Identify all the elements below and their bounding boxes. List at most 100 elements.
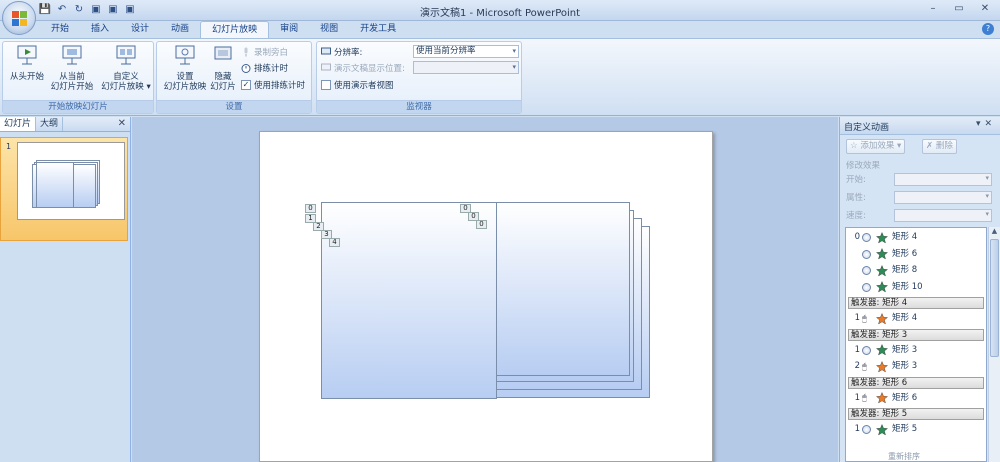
trigger-header[interactable]: 触发器: 矩形 4 (848, 297, 984, 309)
office-button[interactable] (2, 1, 36, 35)
slide-thumbnail[interactable] (17, 142, 125, 220)
slide-thumbnail-selected[interactable]: 1 (0, 137, 128, 241)
setup-label-2: 幻灯片放映 (163, 82, 207, 92)
tab-review[interactable]: 审阅 (269, 21, 309, 38)
property-dropdown[interactable]: ▾ (894, 191, 992, 204)
maximize-button[interactable]: ▭ (946, 0, 972, 18)
animation-item[interactable]: 矩形 10 (846, 280, 986, 295)
close-icon[interactable]: ✕ (118, 117, 126, 131)
show-on-label-row: 演示文稿显示位置: (321, 61, 405, 75)
start-dropdown[interactable]: ▾ (894, 173, 992, 186)
scrollbar-thumb[interactable] (990, 239, 999, 357)
help-icon[interactable]: ? (982, 23, 994, 35)
group-setup-label: 设置 (157, 100, 311, 113)
group-start-slide-show: 从头开始 从当前 幻灯片开始 自定义 幻灯片放映 ▾ 开始放映幻灯片 (2, 41, 154, 114)
window-title: 演示文稿1 - Microsoft PowerPoint (419, 8, 581, 19)
chevron-down-icon: ▾ (512, 63, 516, 71)
from-current-label-2: 幻灯片开始 (50, 82, 94, 92)
show-on-label: 演示文稿显示位置: (334, 64, 405, 74)
tab-developer[interactable]: 开发工具 (349, 21, 407, 38)
from-beginning-label: 从头开始 (9, 72, 44, 82)
animation-order: 0 (854, 232, 860, 242)
close-button[interactable]: ✕ (972, 0, 998, 18)
animation-item[interactable]: 0 矩形 4 (846, 230, 986, 245)
animation-item[interactable]: 1 矩形 3 (846, 343, 986, 358)
animation-item-label: 矩形 6 (892, 392, 918, 403)
clock-icon (862, 233, 871, 242)
slide-canvas[interactable]: 0 1 2 3 4 0 0 0 (259, 131, 713, 462)
ribbon: 从头开始 从当前 幻灯片开始 自定义 幻灯片放映 ▾ 开始放映幻灯片 设置 幻灯… (0, 38, 1000, 116)
resolution-value: 使用当前分辨率 (416, 46, 476, 56)
animation-tag[interactable]: 0 (305, 204, 316, 213)
task-pane-controls[interactable]: ▾✕ (976, 119, 996, 129)
record-narration-button[interactable]: 录制旁白 (241, 45, 288, 59)
checkbox-icon (321, 80, 331, 90)
remove-icon: ✗ (926, 141, 936, 151)
set-up-slide-show-button[interactable]: 设置 幻灯片放映 (161, 44, 209, 92)
animation-item[interactable]: 1 矩形 5 (846, 422, 986, 437)
shape-rectangle-front[interactable] (321, 202, 497, 399)
show-on-dropdown[interactable]: ▾ (413, 61, 519, 74)
animation-list-scrollbar[interactable]: ▲ (988, 227, 1000, 462)
animation-tag[interactable]: 0 (476, 220, 487, 229)
rehearse-timings-button[interactable]: 排练计时 (241, 61, 288, 75)
from-beginning-button[interactable]: 从头开始 (7, 44, 47, 82)
remove-button[interactable]: ✗ 删除 (922, 139, 957, 154)
resolution-dropdown[interactable]: 使用当前分辨率 ▾ (413, 45, 519, 58)
hide-slide-icon (214, 46, 232, 60)
custom-label-2: 幻灯片放映 ▾ (101, 82, 151, 92)
scroll-up-icon[interactable]: ▲ (989, 227, 1000, 238)
animation-item-label: 矩形 4 (892, 313, 918, 323)
animation-item[interactable]: 1 🖱 矩形 4 (846, 311, 986, 326)
clock-icon (862, 249, 871, 259)
group-monitors: 分辨率: 使用当前分辨率 ▾ 演示文稿显示位置: ▾ 使用演示者视图 监视器 (316, 41, 522, 114)
animation-item[interactable]: 矩形 6 (846, 247, 986, 262)
property-label: 属性: (846, 193, 866, 203)
rehearse-timings-label: 排练计时 (254, 64, 289, 74)
add-effect-label: 添加效果 ▾ (860, 141, 902, 151)
tab-animations[interactable]: 动画 (160, 21, 200, 38)
microphone-icon (244, 47, 248, 57)
animation-item[interactable]: 2 🖱 矩形 3 (846, 359, 986, 374)
add-effect-button[interactable]: ☆ 添加效果 ▾ (846, 139, 906, 154)
animation-item[interactable]: 1 🖱 矩形 6 (846, 391, 986, 406)
trigger-header[interactable]: 触发器: 矩形 3 (848, 328, 984, 341)
entrance-star-icon (876, 264, 888, 276)
animation-list[interactable]: 0 矩形 4 矩形 6 矩形 8 矩形 10 触发器: 矩形 4 1 🖱 矩形 4 触发器: 矩形… (845, 227, 987, 462)
tab-design[interactable]: 设计 (120, 21, 160, 38)
hide-slide-button[interactable]: 隐藏 幻灯片 (209, 44, 237, 92)
tab-slides[interactable]: 幻灯片 (0, 117, 37, 131)
start-label: 开始: (846, 175, 866, 185)
group-monitors-label: 监视器 (317, 100, 521, 113)
title-bar: 💾 ↶ ↻ ▣ ▣ ▣ 演示文稿1 - Microsoft PowerPoint… (0, 0, 1000, 21)
speed-dropdown[interactable]: ▾ (894, 209, 992, 222)
reorder-label[interactable]: 重新排序 (888, 451, 920, 462)
presenter-view-checkbox[interactable]: 使用演示者视图 (321, 78, 394, 92)
mouse-click-icon: 🖱 (862, 361, 867, 371)
trigger-header[interactable]: 触发器: 矩形 5 (848, 408, 984, 420)
office-logo-icon (12, 11, 27, 26)
tab-outline[interactable]: 大纲 (36, 117, 64, 131)
tab-insert[interactable]: 插入 (80, 21, 120, 38)
from-current-button[interactable]: 从当前 幻灯片开始 (47, 44, 97, 92)
use-rehearsed-label: 使用排练计时 (254, 81, 306, 91)
chevron-down-icon: ▾ (985, 174, 989, 182)
slide-number: 1 (6, 142, 12, 151)
slide-editor: 0 1 2 3 4 0 0 0 (132, 117, 838, 462)
animation-tag[interactable]: 4 (329, 238, 340, 247)
trigger-header[interactable]: 触发器: 矩形 6 (848, 376, 984, 389)
hide-label-2: 幻灯片 (210, 82, 236, 92)
custom-slide-show-button[interactable]: 自定义 幻灯片放映 ▾ (99, 44, 153, 92)
tab-slide-show[interactable]: 幻灯片放映 (200, 21, 270, 38)
use-rehearsed-timings-checkbox[interactable]: ✓ 使用排练计时 (241, 78, 305, 92)
animation-item-label: 矩形 5 (892, 424, 918, 434)
tab-view[interactable]: 视图 (309, 21, 349, 38)
minimize-button[interactable]: – (920, 0, 946, 18)
tab-home[interactable]: 开始 (40, 21, 80, 38)
emphasis-star-icon (876, 360, 888, 372)
entrance-star-icon (876, 231, 888, 243)
thumb-shape (36, 162, 74, 208)
animation-order: 2 (854, 361, 860, 371)
group-start-label: 开始放映幻灯片 (3, 100, 153, 113)
animation-item[interactable]: 矩形 8 (846, 263, 986, 278)
